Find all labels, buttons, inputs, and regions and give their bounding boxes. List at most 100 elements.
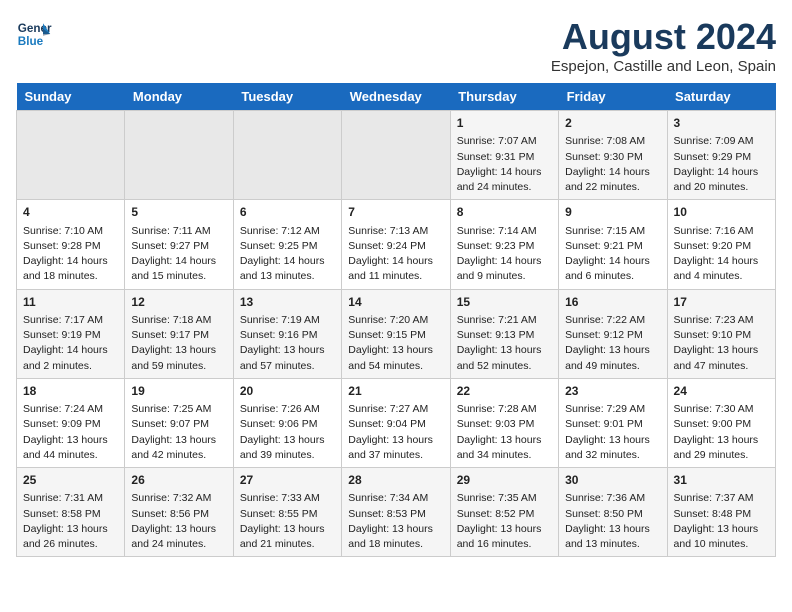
day-content: Sunrise: 7:11 AM: [131, 224, 226, 239]
day-number: 24: [674, 383, 769, 400]
day-number: 27: [240, 472, 335, 489]
day-content: and 32 minutes.: [565, 448, 660, 463]
day-content: Daylight: 14 hours: [565, 254, 660, 269]
day-content: Sunset: 8:55 PM: [240, 507, 335, 522]
day-content: Sunset: 9:29 PM: [674, 150, 769, 165]
day-content: Sunrise: 7:26 AM: [240, 402, 335, 417]
day-number: 28: [348, 472, 443, 489]
day-content: Sunrise: 7:09 AM: [674, 134, 769, 149]
calendar-cell: 21Sunrise: 7:27 AMSunset: 9:04 PMDayligh…: [342, 378, 450, 467]
day-content: and 18 minutes.: [348, 537, 443, 552]
calendar-cell: 25Sunrise: 7:31 AMSunset: 8:58 PMDayligh…: [17, 468, 125, 557]
calendar-cell: 27Sunrise: 7:33 AMSunset: 8:55 PMDayligh…: [233, 468, 341, 557]
calendar-cell: 23Sunrise: 7:29 AMSunset: 9:01 PMDayligh…: [559, 378, 667, 467]
day-content: Sunrise: 7:33 AM: [240, 491, 335, 506]
day-content: Sunset: 9:17 PM: [131, 328, 226, 343]
calendar-cell: 10Sunrise: 7:16 AMSunset: 9:20 PMDayligh…: [667, 200, 775, 289]
day-content: and 44 minutes.: [23, 448, 118, 463]
logo: General Blue: [16, 16, 52, 52]
day-content: Daylight: 14 hours: [131, 254, 226, 269]
day-content: Daylight: 14 hours: [23, 254, 118, 269]
day-number: 7: [348, 204, 443, 221]
weekday-header-tuesday: Tuesday: [233, 83, 341, 111]
day-content: Daylight: 13 hours: [565, 343, 660, 358]
day-content: Sunset: 9:31 PM: [457, 150, 552, 165]
day-content: Sunset: 9:25 PM: [240, 239, 335, 254]
day-number: 11: [23, 294, 118, 311]
day-content: and 9 minutes.: [457, 269, 552, 284]
day-content: Daylight: 14 hours: [674, 165, 769, 180]
day-content: and 26 minutes.: [23, 537, 118, 552]
day-content: and 49 minutes.: [565, 359, 660, 374]
day-number: 19: [131, 383, 226, 400]
logo-icon: General Blue: [16, 16, 52, 52]
day-content: Sunset: 9:15 PM: [348, 328, 443, 343]
calendar-cell: 8Sunrise: 7:14 AMSunset: 9:23 PMDaylight…: [450, 200, 558, 289]
weekday-header-row: SundayMondayTuesdayWednesdayThursdayFrid…: [17, 83, 776, 111]
day-content: and 52 minutes.: [457, 359, 552, 374]
day-content: Sunrise: 7:19 AM: [240, 313, 335, 328]
day-content: and 22 minutes.: [565, 180, 660, 195]
day-content: Sunrise: 7:07 AM: [457, 134, 552, 149]
day-number: 21: [348, 383, 443, 400]
day-content: Sunset: 8:53 PM: [348, 507, 443, 522]
day-content: and 37 minutes.: [348, 448, 443, 463]
calendar-week-row: 25Sunrise: 7:31 AMSunset: 8:58 PMDayligh…: [17, 468, 776, 557]
day-content: Daylight: 13 hours: [565, 433, 660, 448]
day-content: Daylight: 13 hours: [457, 343, 552, 358]
calendar-table: SundayMondayTuesdayWednesdayThursdayFrid…: [16, 83, 776, 557]
calendar-cell: 19Sunrise: 7:25 AMSunset: 9:07 PMDayligh…: [125, 378, 233, 467]
day-content: Sunset: 9:07 PM: [131, 417, 226, 432]
weekday-header-wednesday: Wednesday: [342, 83, 450, 111]
day-content: Daylight: 14 hours: [457, 165, 552, 180]
day-content: and 34 minutes.: [457, 448, 552, 463]
day-content: Sunset: 8:48 PM: [674, 507, 769, 522]
day-number: 14: [348, 294, 443, 311]
day-content: Daylight: 13 hours: [131, 433, 226, 448]
day-content: Sunset: 9:23 PM: [457, 239, 552, 254]
day-content: Sunrise: 7:36 AM: [565, 491, 660, 506]
day-number: 8: [457, 204, 552, 221]
day-content: Daylight: 13 hours: [131, 522, 226, 537]
day-content: and 42 minutes.: [131, 448, 226, 463]
day-content: Sunrise: 7:27 AM: [348, 402, 443, 417]
day-content: and 24 minutes.: [457, 180, 552, 195]
day-number: 3: [674, 115, 769, 132]
day-content: Sunset: 9:24 PM: [348, 239, 443, 254]
weekday-header-sunday: Sunday: [17, 83, 125, 111]
day-content: Daylight: 13 hours: [240, 343, 335, 358]
day-content: Daylight: 13 hours: [23, 522, 118, 537]
day-content: Sunset: 9:21 PM: [565, 239, 660, 254]
calendar-cell: 6Sunrise: 7:12 AMSunset: 9:25 PMDaylight…: [233, 200, 341, 289]
location-subtitle: Espejon, Castille and Leon, Spain: [551, 58, 776, 75]
day-content: and 10 minutes.: [674, 537, 769, 552]
day-content: and 57 minutes.: [240, 359, 335, 374]
calendar-cell: 5Sunrise: 7:11 AMSunset: 9:27 PMDaylight…: [125, 200, 233, 289]
day-content: Sunrise: 7:13 AM: [348, 224, 443, 239]
day-content: Sunset: 9:12 PM: [565, 328, 660, 343]
calendar-cell: 26Sunrise: 7:32 AMSunset: 8:56 PMDayligh…: [125, 468, 233, 557]
calendar-cell: 1 Sunrise: 7:07 AMSunset: 9:31 PMDaylight…: [450, 111, 558, 200]
day-content: Daylight: 13 hours: [674, 343, 769, 358]
day-content: and 24 minutes.: [131, 537, 226, 552]
day-content: Sunset: 9:16 PM: [240, 328, 335, 343]
day-number: 16: [565, 294, 660, 311]
calendar-cell: 30Sunrise: 7:36 AMSunset: 8:50 PMDayligh…: [559, 468, 667, 557]
month-year-title: August 2024: [551, 16, 776, 58]
day-content: Sunrise: 7:28 AM: [457, 402, 552, 417]
day-number: 1: [457, 115, 552, 132]
calendar-cell: 28Sunrise: 7:34 AMSunset: 8:53 PMDayligh…: [342, 468, 450, 557]
day-content: Sunset: 9:27 PM: [131, 239, 226, 254]
day-number: 18: [23, 383, 118, 400]
calendar-cell: [17, 111, 125, 200]
day-content: Daylight: 13 hours: [23, 433, 118, 448]
day-content: Sunrise: 7:34 AM: [348, 491, 443, 506]
calendar-week-row: 18Sunrise: 7:24 AMSunset: 9:09 PMDayligh…: [17, 378, 776, 467]
day-content: Daylight: 13 hours: [348, 343, 443, 358]
day-content: Sunrise: 7:22 AM: [565, 313, 660, 328]
day-content: Sunset: 9:28 PM: [23, 239, 118, 254]
day-content: and 15 minutes.: [131, 269, 226, 284]
calendar-cell: 15Sunrise: 7:21 AMSunset: 9:13 PMDayligh…: [450, 289, 558, 378]
day-content: Sunrise: 7:31 AM: [23, 491, 118, 506]
day-content: Sunrise: 7:35 AM: [457, 491, 552, 506]
